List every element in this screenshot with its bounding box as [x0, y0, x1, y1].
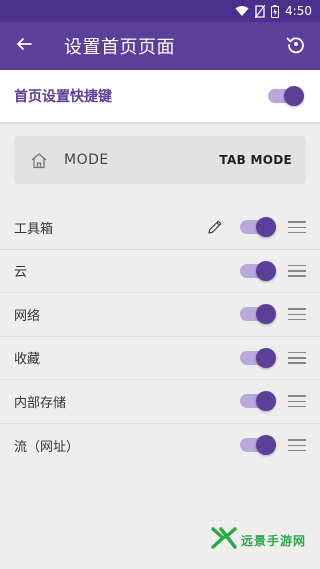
wifi-icon — [235, 5, 249, 17]
toggle-knob — [284, 86, 304, 106]
shortcut-setting-row: 首页设置快捷键 — [0, 70, 320, 122]
toggle-knob — [256, 217, 276, 238]
list-item-stream-url: 流（网址） — [0, 424, 320, 468]
battery-icon — [271, 4, 280, 18]
drag-handle-icon[interactable] — [288, 264, 306, 277]
app-bar: 设置首页页面 — [0, 22, 320, 70]
item-label: 网络 — [14, 308, 41, 324]
watermark: 远景手游网 — [211, 527, 306, 553]
mode-selector[interactable]: MODE TAB MODE — [14, 136, 306, 184]
status-time: 4:50 — [285, 4, 312, 18]
toggle-knob — [256, 347, 276, 368]
item-toggle[interactable] — [240, 304, 276, 325]
item-label: 内部存储 — [14, 395, 67, 411]
drag-handle-icon[interactable] — [288, 351, 306, 364]
mode-value: TAB MODE — [219, 153, 292, 167]
drag-handle-icon[interactable] — [288, 395, 306, 408]
page-title: 设置首页页面 — [64, 37, 175, 58]
no-sim-icon — [255, 4, 266, 18]
mode-label: MODE — [64, 152, 109, 168]
shortcut-label: 首页设置快捷键 — [14, 89, 112, 105]
shortcut-toggle[interactable] — [268, 86, 304, 106]
reset-button[interactable] — [272, 22, 320, 70]
list-item-favorites: 收藏 — [0, 337, 320, 380]
item-label: 流（网址） — [14, 439, 80, 455]
edit-pencil-icon[interactable] — [204, 216, 226, 238]
list-item-toolbox: 工具箱 — [0, 206, 320, 250]
drag-handle-icon[interactable] — [288, 221, 306, 234]
item-label: 工具箱 — [14, 221, 54, 237]
drag-handle-icon[interactable] — [288, 308, 306, 321]
toggle-knob — [256, 260, 276, 281]
item-toggle[interactable] — [240, 260, 276, 281]
arrow-left-icon — [15, 35, 33, 57]
item-toggle[interactable] — [240, 391, 276, 412]
homepage-items-list: 工具箱 云 网络 收藏 内部存储 流（网址） — [0, 206, 320, 467]
drag-handle-icon[interactable] — [288, 439, 306, 452]
watermark-logo-icon — [211, 527, 237, 553]
watermark-text: 远景手游网 — [240, 533, 306, 548]
toggle-knob — [256, 304, 276, 325]
item-toggle[interactable] — [240, 347, 276, 368]
item-toggle[interactable] — [240, 217, 276, 238]
list-item-internal-storage: 内部存储 — [0, 380, 320, 424]
list-item-network: 网络 — [0, 293, 320, 337]
status-bar: 4:50 — [0, 0, 320, 22]
home-icon — [30, 152, 48, 169]
list-item-cloud: 云 — [0, 250, 320, 293]
back-button[interactable] — [0, 22, 48, 70]
item-toggle[interactable] — [240, 435, 276, 456]
toggle-knob — [256, 435, 276, 456]
toggle-knob — [256, 391, 276, 412]
item-label: 云 — [14, 265, 28, 281]
item-label: 收藏 — [14, 352, 41, 368]
restore-icon — [286, 34, 306, 58]
